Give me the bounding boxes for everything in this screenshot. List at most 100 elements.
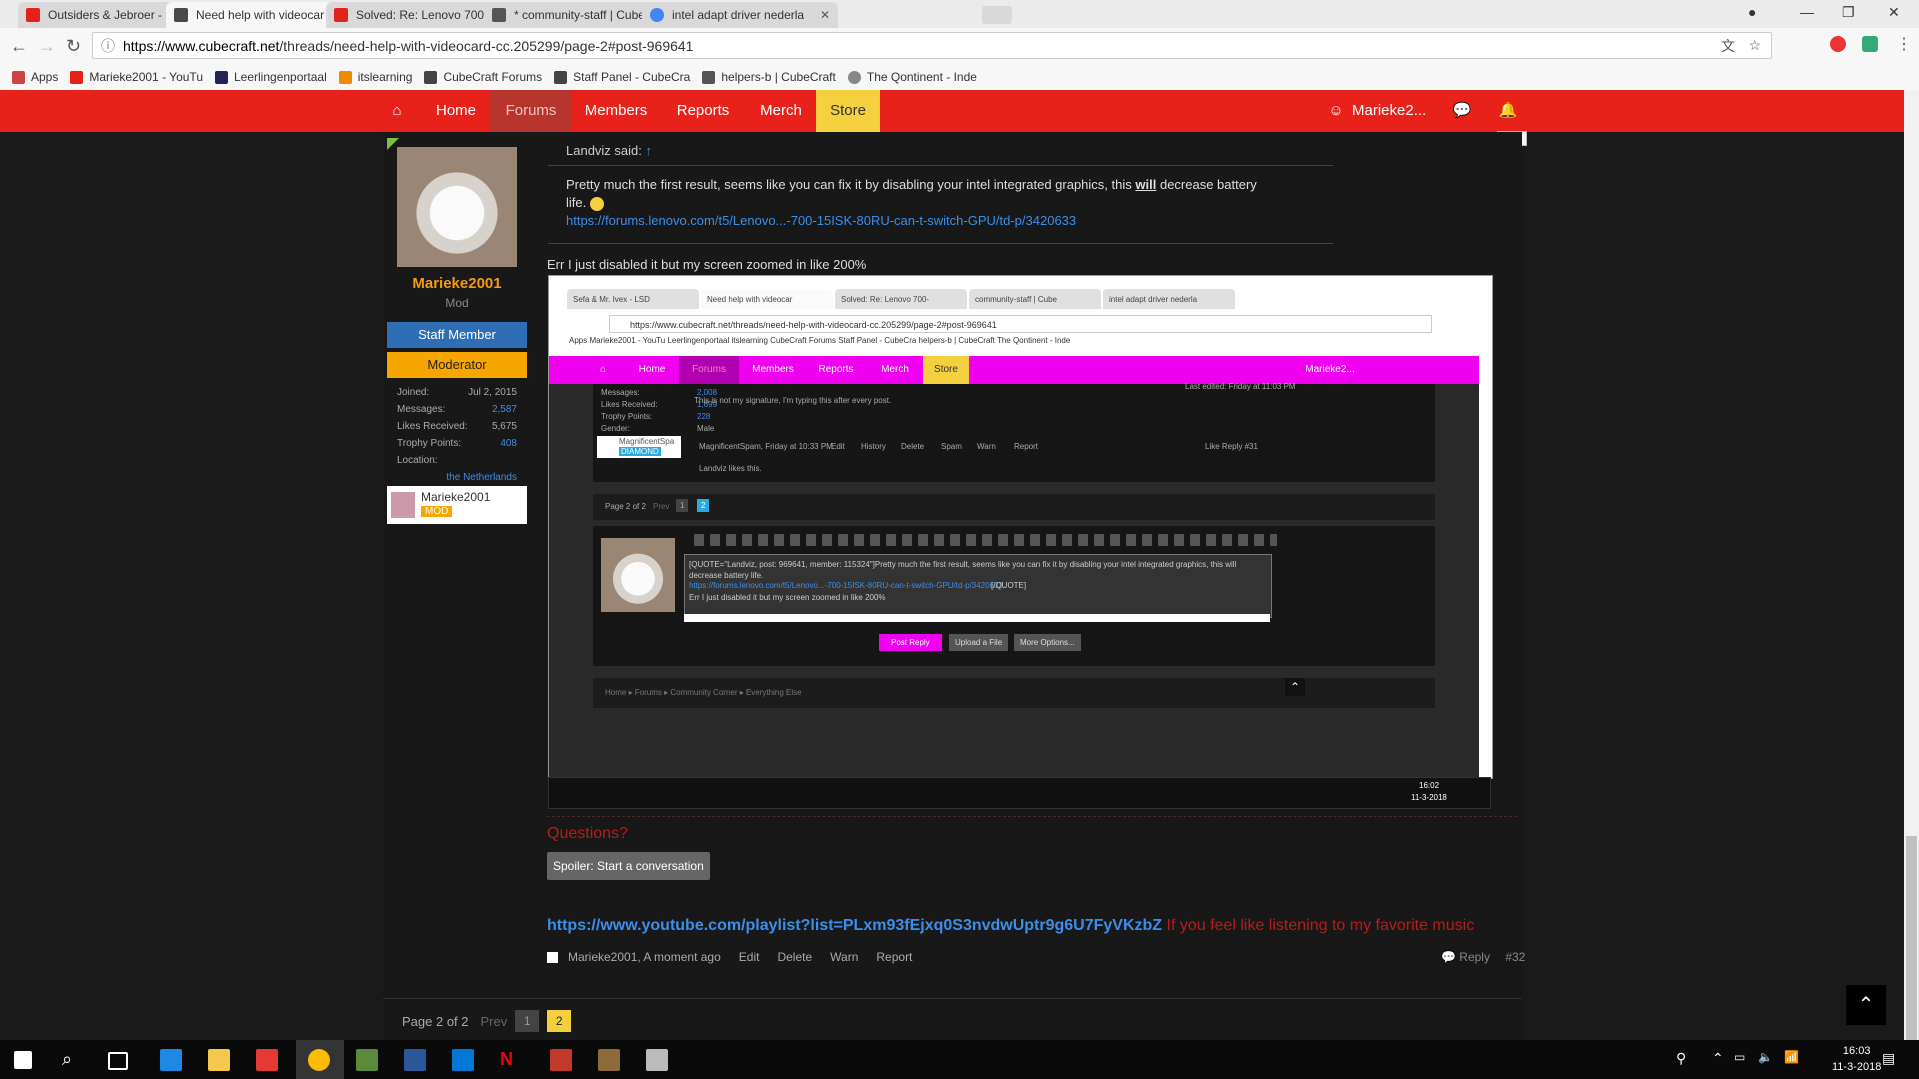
bookmark[interactable]: CubeCraft Forums bbox=[424, 70, 542, 84]
browser-tab[interactable]: intel adapt driver nederla ✕ bbox=[642, 2, 838, 28]
pager-page-1[interactable]: 1 bbox=[515, 1010, 540, 1032]
bookmark[interactable]: Marieke2001 - YouTu bbox=[70, 70, 203, 84]
word-icon[interactable] bbox=[404, 1049, 426, 1071]
app-icon[interactable] bbox=[256, 1049, 278, 1071]
quote-jump-icon[interactable]: ↑ bbox=[646, 143, 653, 158]
account-name[interactable]: Marieke2... bbox=[1352, 90, 1426, 132]
battery-icon[interactable]: ▭ bbox=[1734, 1050, 1745, 1064]
nav-merch[interactable]: Merch bbox=[748, 90, 814, 132]
bookmark-star-icon[interactable]: ☆ bbox=[1748, 37, 1761, 54]
maximize-button[interactable]: ❐ bbox=[1842, 4, 1855, 21]
warn-link[interactable]: Warn bbox=[830, 950, 858, 964]
user-title: Mod bbox=[445, 296, 469, 310]
minimize-button[interactable]: — bbox=[1800, 4, 1814, 20]
windows-start-icon[interactable] bbox=[14, 1051, 32, 1069]
extension-icon[interactable] bbox=[1830, 36, 1846, 52]
minecraft-icon[interactable] bbox=[356, 1049, 378, 1071]
apps-grid-icon bbox=[12, 70, 25, 84]
close-window-button[interactable]: ✕ bbox=[1888, 4, 1900, 21]
forward-arrow-icon[interactable]: → bbox=[38, 36, 56, 57]
netflix-icon[interactable]: N bbox=[500, 1049, 522, 1071]
people-icon[interactable]: ⚲ bbox=[1676, 1050, 1686, 1067]
chevron-up-icon[interactable]: ⌃ bbox=[1712, 1050, 1724, 1067]
scrollbar-thumb[interactable] bbox=[1906, 836, 1917, 1040]
conversations-icon[interactable]: 💬 bbox=[1452, 90, 1472, 132]
bookmark-apps[interactable]: Apps bbox=[12, 70, 58, 84]
shot-nav-item: Reports bbox=[818, 364, 854, 375]
bookmark[interactable]: The Qontinent - Inde bbox=[847, 70, 977, 84]
report-link[interactable]: Report bbox=[876, 950, 912, 964]
back-arrow-icon[interactable]: ← bbox=[10, 36, 28, 57]
volume-icon[interactable]: 🔈 bbox=[1758, 1050, 1773, 1064]
alerts-bell-icon[interactable]: 🔔 bbox=[1498, 90, 1518, 132]
edit-link[interactable]: Edit bbox=[739, 950, 760, 964]
spoiler-button[interactable]: Spoiler: Start a conversation bbox=[547, 852, 710, 880]
bookmark[interactable]: helpers-b | CubeCraft bbox=[702, 70, 836, 84]
location-link[interactable]: the Netherlands bbox=[446, 472, 517, 483]
close-icon[interactable]: ✕ bbox=[820, 8, 830, 22]
shot-home-icon: ⌂ bbox=[599, 364, 607, 375]
tab-title: Solved: Re: Lenovo 700-1 bbox=[356, 8, 495, 22]
nav-store[interactable]: Store bbox=[816, 90, 880, 132]
stat-value[interactable]: 2,587 bbox=[492, 404, 517, 415]
home-icon[interactable]: ⌂ bbox=[383, 90, 411, 132]
reload-icon[interactable]: ↻ bbox=[66, 36, 81, 57]
username[interactable]: Marieke2001 bbox=[387, 275, 527, 292]
app-icon[interactable] bbox=[550, 1049, 572, 1071]
page-scrollbar[interactable] bbox=[1904, 90, 1919, 1040]
nav-home[interactable]: Home bbox=[424, 90, 488, 132]
stat-value[interactable]: 408 bbox=[500, 438, 517, 449]
chrome-icon[interactable] bbox=[308, 1049, 330, 1071]
stat-value: Jul 2, 2015 bbox=[468, 387, 517, 398]
bookmark[interactable]: itslearning bbox=[338, 70, 412, 84]
notification-icon[interactable]: ▤ bbox=[1882, 1050, 1895, 1067]
extension-icon[interactable] bbox=[1862, 36, 1878, 52]
delete-link[interactable]: Delete bbox=[777, 950, 812, 964]
app-icon[interactable] bbox=[646, 1049, 668, 1071]
address-bar[interactable]: ⓘ https://www.cubecraft.net/threads/need… bbox=[92, 32, 1772, 59]
pager-prev[interactable]: Prev bbox=[481, 1014, 508, 1029]
task-view-icon[interactable] bbox=[108, 1052, 128, 1070]
info-icon[interactable]: ⓘ bbox=[101, 36, 115, 56]
quote-body: Pretty much the first result, seems like… bbox=[566, 176, 1306, 230]
mod-card[interactable]: Marieke2001 MOD bbox=[387, 486, 527, 524]
nav-members[interactable]: Members bbox=[574, 90, 658, 132]
scroll-to-top-icon[interactable]: ⌃ bbox=[1846, 985, 1886, 1025]
youtube-playlist-link[interactable]: https://www.youtube.com/playlist?list=PL… bbox=[547, 917, 1162, 934]
quote-link[interactable]: https://forums.lenovo.com/t5/Lenovo...-7… bbox=[566, 213, 1076, 228]
select-checkbox[interactable] bbox=[547, 951, 558, 963]
profile-icon[interactable]: ● bbox=[1748, 4, 1756, 20]
menu-dots-icon[interactable]: ⋮ bbox=[1896, 34, 1912, 54]
shot-like-reply: Like Reply #31 bbox=[1205, 442, 1258, 451]
outlook-icon[interactable] bbox=[452, 1049, 474, 1071]
post-author-time[interactable]: Marieke2001, A moment ago bbox=[568, 950, 721, 964]
bookmark[interactable]: Leerlingenportaal bbox=[215, 70, 327, 84]
user-location[interactable]: the Netherlands bbox=[397, 472, 517, 483]
edge-icon[interactable] bbox=[160, 1049, 182, 1071]
search-icon[interactable]: ⌕ bbox=[62, 1049, 84, 1071]
wifi-icon[interactable]: 📶 bbox=[1784, 1050, 1799, 1064]
nav-reports[interactable]: Reports bbox=[660, 90, 746, 132]
stat-label: Location: bbox=[397, 455, 438, 466]
shot-nav-item: Members bbox=[752, 364, 794, 375]
reply-link[interactable]: Reply bbox=[1459, 950, 1490, 964]
card-name: Marieke2001 bbox=[421, 490, 491, 504]
app-icon[interactable] bbox=[598, 1049, 620, 1071]
search-icon[interactable]: ⌕ bbox=[1280, 90, 1298, 132]
quote-attribution[interactable]: Landviz said: ↑ bbox=[566, 143, 652, 158]
reply-icon[interactable]: 💬 bbox=[1441, 950, 1456, 964]
new-tab-button[interactable] bbox=[982, 6, 1012, 24]
tab-title: * community-staff | Cube bbox=[514, 8, 645, 22]
user-avatar[interactable] bbox=[397, 147, 517, 267]
embedded-screenshot[interactable]: Sefa & Mr. Ivex - LSD Need help with vid… bbox=[548, 275, 1493, 779]
post-permalink[interactable]: #32 bbox=[1505, 950, 1525, 964]
account-icon[interactable]: ☺ bbox=[1326, 90, 1346, 132]
shot-meta-action: Spam bbox=[941, 442, 962, 451]
translate-icon[interactable]: 文 bbox=[1721, 36, 1735, 56]
nav-forums[interactable]: Forums bbox=[490, 90, 572, 132]
system-clock[interactable]: 16:03 11-3-2018 bbox=[1832, 1043, 1881, 1075]
bookmark[interactable]: Staff Panel - CubeCra bbox=[554, 70, 690, 84]
pager-page-2[interactable]: 2 bbox=[547, 1010, 572, 1032]
shot-tab: intel adapt driver nederla bbox=[1103, 289, 1235, 309]
file-explorer-icon[interactable] bbox=[208, 1049, 230, 1071]
